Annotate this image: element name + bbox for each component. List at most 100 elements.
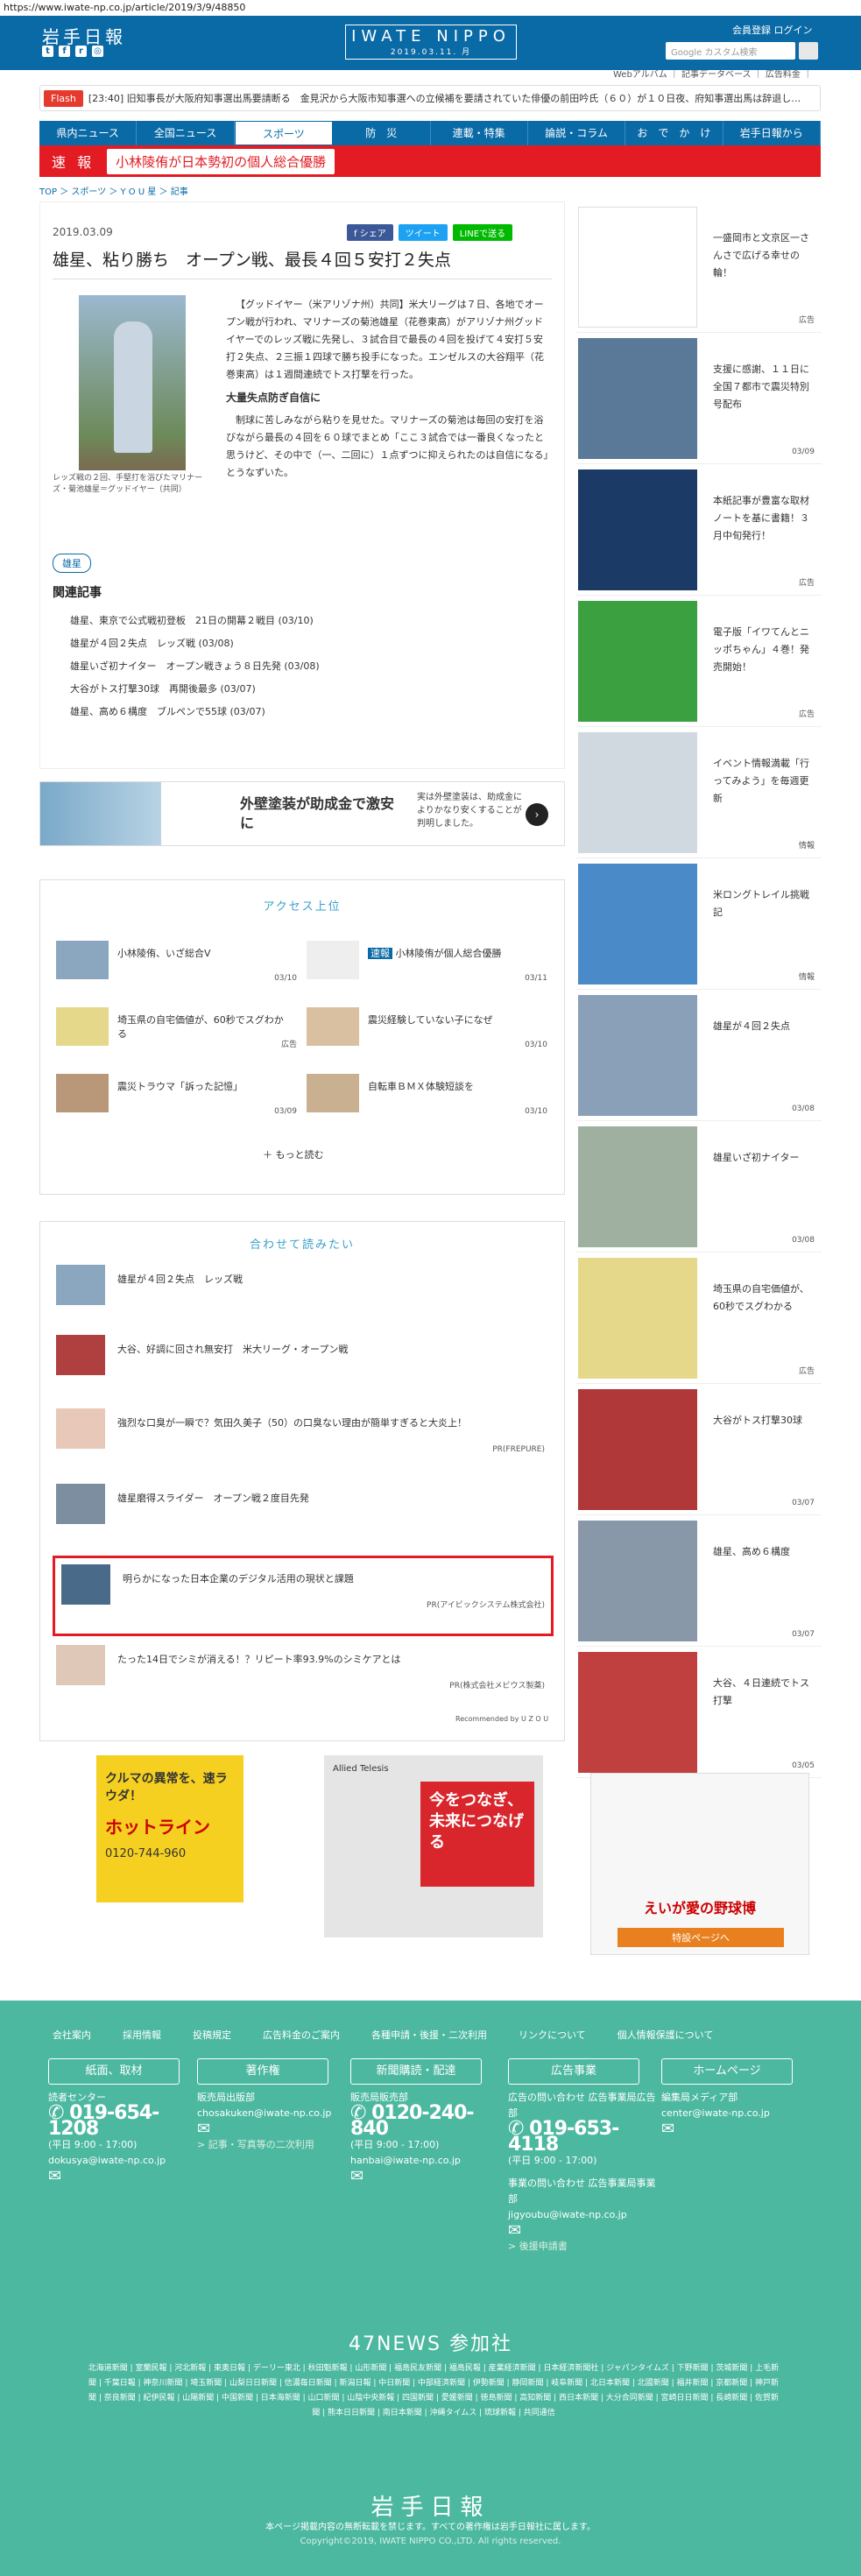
search-input[interactable]: Google カスタム検索 xyxy=(666,42,795,60)
site-logo[interactable]: 岩手日報 xyxy=(42,23,126,48)
footer-link[interactable]: 各種申請・後援・二次利用 xyxy=(371,2028,487,2042)
instagram-icon[interactable]: ◎ xyxy=(92,46,103,57)
ranking-item[interactable]: 小林陵侑、いざ総合V 03/10 xyxy=(56,941,297,983)
ranking-item[interactable]: 埼玉県の自宅価値が、60秒でスグわかる 広告 xyxy=(56,1007,297,1049)
related-link[interactable]: 雄星が４回２失点 レッズ戦 (03/08) xyxy=(70,632,320,655)
article-paragraph: 【グッドイヤー（米アリゾナ州）共同】米大リーグは７日、各地でオープン戦が行われ、… xyxy=(226,299,544,380)
ranking-item[interactable]: 震災経験していない子になぜ 03/10 xyxy=(307,1007,547,1049)
sidebar-item[interactable]: 大谷、４日連続でトス打撃 03/05 xyxy=(576,1647,822,1778)
recommend-item[interactable]: 雄星が４回２失点 レッズ戦 xyxy=(56,1261,548,1312)
recommend-item[interactable]: 明らかになった日本企業のデジタル活用の現状と課題 PR(アイビックシステム株式会社… xyxy=(61,1561,548,1612)
article-photo[interactable] xyxy=(79,295,186,470)
footer-logo[interactable]: 岩手日報 xyxy=(0,2489,861,2522)
breaking-headline[interactable]: 小林陵侑が日本勢初の個人総合優勝 xyxy=(107,148,335,174)
banner-ad[interactable]: Allied Telesis 今をつなぎ、未来につなげる xyxy=(324,1755,543,1937)
nav-item[interactable]: 論説・コラム xyxy=(528,121,626,145)
search-button[interactable] xyxy=(799,42,818,60)
email-link[interactable]: chosakuken@iwate-np.co.jp xyxy=(197,2106,346,2121)
recommend-item[interactable]: 大谷、好調に回され無安打 米大リーグ・オープン戦 xyxy=(56,1331,548,1382)
recommend-item[interactable]: 雄星磨得スライダー オープン戦２度目先発 xyxy=(56,1480,548,1531)
mail-icon: ✉ xyxy=(508,2221,522,2240)
mail-icon: ✉ xyxy=(197,2120,211,2138)
footer-link[interactable]: 採用情報 xyxy=(123,2028,161,2042)
breadcrumb[interactable]: TOP ＞ スポーツ ＞ Y O U 星 ＞ 記事 xyxy=(39,184,188,197)
sidebar-item[interactable]: 雄星、高め６構度 03/07 xyxy=(576,1515,822,1647)
footer-link[interactable]: 会社案内 xyxy=(53,2028,91,2042)
email-link[interactable]: center@iwate-np.co.jp xyxy=(661,2106,810,2121)
recommend-item[interactable]: 強烈な口臭が一瞬で？気田久美子（50）の口臭ない理由が簡単すぎると大炎上！ PR(… xyxy=(56,1405,548,1456)
footer-category-button[interactable]: 紙面、取材 xyxy=(48,2058,180,2085)
footer-link[interactable]: 投稿規定 xyxy=(193,2028,231,2042)
sidebar-item[interactable]: 大谷がトス打撃30球 03/07 xyxy=(576,1384,822,1515)
flash-text[interactable]: [23:40] 旧知事長が大阪府知事選出馬要請断る 金見沢から大阪市知事選への立… xyxy=(88,91,801,105)
sidebar-item[interactable]: 米ロングトレイル挑戦記 情報 xyxy=(576,858,822,990)
center-logo[interactable]: IWATE NIPPO 2019.03.11. 月 xyxy=(345,25,517,60)
photo-caption: レッズ戦の２回、手堅打を浴びたマリナーズ・菊池雄星＝グッドイヤー（共同） xyxy=(53,474,203,494)
nav-item[interactable]: 県内ニュース xyxy=(39,121,138,145)
ranking-item[interactable]: 震災トラウマ「訴った記憶」 03/09 xyxy=(56,1074,297,1116)
nav-item[interactable]: 連載・特集 xyxy=(431,121,528,145)
article-subheading: 大量失点防ぎ自信に xyxy=(226,392,321,404)
sidebar-item[interactable]: 支援に感謝、１１日に全国７都市で震災特別号配布 03/09 xyxy=(576,333,822,464)
sidebar-item[interactable]: 埼玉県の自宅価値が、60秒でスグわかる 広告 xyxy=(576,1253,822,1384)
url-bar[interactable]: https://www.iwate-np.co.jp/article/2019/… xyxy=(0,0,861,16)
partner-papers[interactable]: 北海道新聞 | 室蘭民報 | 河北新報 | 東奥日報 | デーリー東北 | 秋田… xyxy=(88,2361,780,2421)
sub-navigation[interactable]: Webアルバム ｜ 記事データベース ｜ 広告料金 ｜ xyxy=(613,67,812,80)
footer-sub-link[interactable]: > 後援申請書 xyxy=(508,2239,657,2255)
flash-tag: Flash xyxy=(44,89,83,107)
article-body: 【グッドイヤー（米アリゾナ州）共同】米大リーグは７日、各地でオープン戦が行われ、… xyxy=(226,296,552,485)
footer-link[interactable]: リンクについて xyxy=(519,2028,586,2042)
sidebar-item[interactable]: イベント情報満載「行ってみよう」を毎週更新 情報 xyxy=(576,727,822,858)
footer-contact: 広告の問い合わせ 広告事業局広告部 ✆ 019-653-4118 (平日 9:0… xyxy=(508,2090,657,2255)
article-tag[interactable]: 雄星 xyxy=(53,554,91,573)
related-link[interactable]: 雄星、東京で公式戦初登板 21日の開幕２戦目 (03/10) xyxy=(70,610,320,632)
breaking-news-bar: 速 報 小林陵侑が日本勢初の個人総合優勝 xyxy=(39,145,821,177)
sidebar-item[interactable]: 本紙記事が豊富な取材ノートを基に書籍！３月中旬発行！ 広告 xyxy=(576,464,822,596)
facebook-icon[interactable]: f xyxy=(59,46,70,57)
ranking-item[interactable]: 自転車ＢＭＸ体験短談を 03/10 xyxy=(307,1074,547,1116)
footer-link[interactable]: 個人情報保護について xyxy=(618,2028,714,2042)
nav-item[interactable]: 全国ニュース xyxy=(137,121,235,145)
footer-sub-link[interactable]: > 記事・写真等の二次利用 xyxy=(197,2137,346,2153)
recommend-item[interactable]: たった14日でシミが消える！？リピート率93.9%のシミケアとは PR(株式会社メ… xyxy=(56,1641,548,1692)
nav-item-active[interactable]: スポーツ xyxy=(234,121,334,145)
tweet-button[interactable]: ツイート xyxy=(398,224,448,241)
nav-item[interactable]: 防 災 xyxy=(333,121,431,145)
email-link[interactable]: jigyoubu@iwate-np.co.jp xyxy=(508,2207,657,2223)
footer-link[interactable]: 広告料金のご案内 xyxy=(263,2028,340,2042)
sidebar-item[interactable]: 一盛岡市と文京区一さんさで広げる幸せの輪！ 広告 xyxy=(576,201,822,333)
banner-ad[interactable]: クルマの異常を、速ラウダ！ ホットライン 0120-744-960 xyxy=(96,1755,243,1902)
related-link[interactable]: 雄星、高め６構度 ブルペンで55球 (03/07) xyxy=(70,701,320,723)
facebook-share-button[interactable]: f シェア xyxy=(347,224,393,241)
related-heading: 関連記事 xyxy=(53,586,102,600)
footer-category-button[interactable]: 著作権 xyxy=(197,2058,328,2085)
mail-icon: ✉ xyxy=(661,2120,675,2138)
related-link[interactable]: 大谷がトス打撃30球 再開後最多 (03/07) xyxy=(70,678,320,701)
powered-by[interactable]: Recommended by U Z O U xyxy=(455,1715,548,1723)
related-link[interactable]: 雄星いざ初ナイター オープン戦きょう８日先発 (03/08) xyxy=(70,655,320,678)
footer-category-button[interactable]: 新聞購読・配達 xyxy=(350,2058,482,2085)
header-date: 2019.03.11. 月 xyxy=(390,48,472,57)
article-paragraph: 制球に苦しみながら粘りを見せた。マリナーズの菊池は毎回の安打を浴びながら最長の４… xyxy=(226,414,548,478)
rss-icon[interactable]: r xyxy=(75,46,87,57)
ad-image xyxy=(40,782,161,845)
footer-category-button[interactable]: 広告事業 xyxy=(508,2058,639,2085)
chevron-right-icon[interactable]: › xyxy=(526,803,548,826)
flash-ticker[interactable]: Flash [23:40] 旧知事長が大阪府知事選出馬要請断る 金見沢から大阪市… xyxy=(39,85,821,111)
login-links[interactable]: 会員登録 ログイン xyxy=(732,23,813,37)
ranking-item[interactable]: 速報 小林陵侑が個人総合優勝 03/11 xyxy=(307,941,547,983)
sidebar-item[interactable]: 雄星いざ初ナイター 03/08 xyxy=(576,1121,822,1253)
more-link[interactable]: ＋ もっと読む xyxy=(263,1147,324,1161)
sidebar-item[interactable]: 電子版「イワてんとニッポちゃん」４巻！発売開始！ 広告 xyxy=(576,596,822,727)
inline-ad[interactable]: 外壁塗装が助成金で激安に 実は外壁塗装は、助成金によりかなり安くすることが判明し… xyxy=(39,781,565,846)
line-share-button[interactable]: LINEで送る xyxy=(452,224,513,241)
email-link[interactable]: hanbai@iwate-np.co.jp xyxy=(350,2153,499,2169)
banner-ad[interactable]: えいが愛の野球博 特設ページへ xyxy=(590,1773,809,1955)
footer-category-button[interactable]: ホームページ xyxy=(661,2058,793,2085)
email-link[interactable]: dokusya@iwate-np.co.jp xyxy=(48,2153,197,2169)
sidebar-item[interactable]: 雄星が４回２失点 03/08 xyxy=(576,990,822,1121)
nav-item[interactable]: お で か け xyxy=(625,121,723,145)
twitter-icon[interactable]: t xyxy=(42,46,53,57)
nav-item[interactable]: 岩手日報から xyxy=(723,121,821,145)
footer-contact: 編集局メディア部 center@iwate-np.co.jp ✉ xyxy=(661,2090,810,2137)
